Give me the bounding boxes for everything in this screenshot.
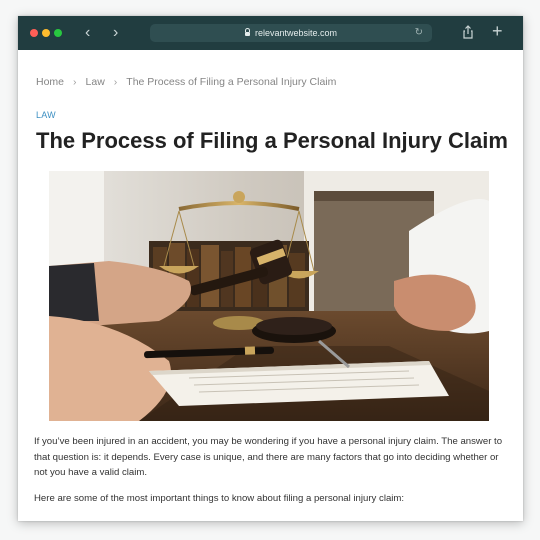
url-text: relevantwebsite.com xyxy=(254,28,338,38)
lock-icon xyxy=(244,27,250,36)
reload-icon[interactable]: ↻ xyxy=(415,24,423,42)
chevron-right-icon[interactable]: › xyxy=(113,23,118,43)
address-bar[interactable]: relevantwebsite.com ↻ xyxy=(150,24,432,42)
share-icon[interactable] xyxy=(460,24,476,40)
plus-icon[interactable]: + xyxy=(492,21,503,41)
category-link[interactable]: LAW xyxy=(36,110,56,120)
maximize-window-button[interactable] xyxy=(54,29,62,37)
chevron-left-icon[interactable]: ‹ xyxy=(85,23,90,43)
breadcrumb: Home › Law › The Process of Filing a Persona… xyxy=(36,76,336,88)
close-window-button[interactable] xyxy=(30,29,38,37)
breadcrumb-separator-icon: › xyxy=(113,76,118,88)
article-paragraph: If you’ve been injured in an accident, y… xyxy=(34,436,503,478)
breadcrumb-separator-icon: › xyxy=(73,76,77,88)
browser-window: ‹ › relevantwebsite.com ↻ + Home › Law › The… xyxy=(18,16,523,521)
hero-image xyxy=(49,171,489,421)
page-title: The Process of Filing a Personal Injury … xyxy=(36,128,508,153)
breadcrumb-category-link[interactable]: Law xyxy=(86,76,105,88)
minimize-window-button[interactable] xyxy=(42,29,50,37)
browser-toolbar: ‹ › relevantwebsite.com ↻ + xyxy=(18,16,523,50)
breadcrumb-home-link[interactable]: Home xyxy=(36,76,64,88)
breadcrumb-current: The Process of Filing a Personal Injury … xyxy=(126,76,337,88)
article-paragraph: Here are some of the most important thin… xyxy=(34,493,405,504)
